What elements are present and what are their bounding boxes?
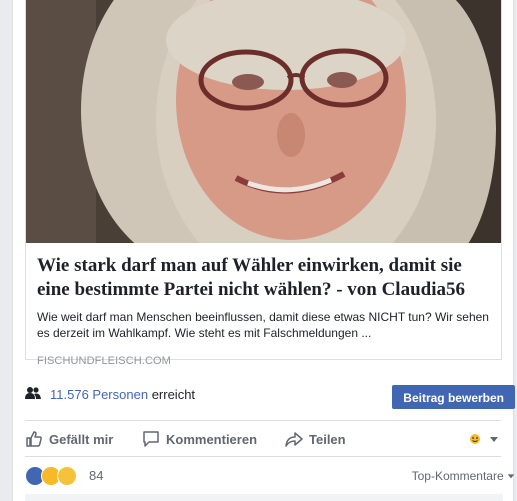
action-bar: Gefällt mir Kommentieren Teilen <box>25 421 503 455</box>
reach-row: 11.576 Personen erreicht Beitrag bewerbe… <box>25 378 515 409</box>
comment-sort-dropdown[interactable]: Top-Kommentare <box>412 469 515 483</box>
link-preview[interactable]: Wie stark darf man auf Wähler einwirken,… <box>25 0 502 367</box>
reaction-summary[interactable] <box>25 466 77 486</box>
audience-smiley-icon <box>470 434 480 444</box>
comment-area-edge <box>25 494 503 501</box>
preview-domain: FISCHUNDFLEISCH.COM <box>37 355 171 367</box>
preview-headline[interactable]: Wie stark darf man auf Wähler einwirken,… <box>37 250 492 302</box>
like-button[interactable]: Gefällt mir <box>25 429 113 449</box>
group-icon <box>25 387 41 399</box>
dropdown-caret-icon <box>490 437 498 442</box>
like-label: Gefällt mir <box>49 431 114 447</box>
comment-bubble-icon <box>143 431 159 447</box>
like-thumb-icon <box>26 431 42 447</box>
reactions-row: 84 Top-Kommentare <box>25 462 515 490</box>
share-label: Teilen <box>309 431 346 447</box>
reaction-count[interactable]: 84 <box>89 468 103 483</box>
boost-post-button[interactable]: Beitrag bewerben <box>392 385 515 409</box>
reach-count-link[interactable]: 11.576 Personen <box>50 387 148 402</box>
comment-label: Kommentieren <box>166 431 258 447</box>
preview-description: Wie weit darf man Menschen beeinflussen,… <box>37 310 489 340</box>
share-arrow-icon <box>285 432 303 447</box>
reach-suffix: erreicht <box>151 387 196 402</box>
share-button[interactable]: Teilen <box>285 429 346 449</box>
dropdown-caret-icon <box>507 474 515 479</box>
audience-selector[interactable] <box>467 429 505 449</box>
haha-reaction-icon <box>57 466 77 486</box>
preview-photo[interactable] <box>26 0 501 243</box>
post-card: Wie stark darf man auf Wähler einwirken,… <box>12 0 515 501</box>
comment-button[interactable]: Kommentieren <box>142 429 257 449</box>
divider <box>25 456 501 457</box>
comment-sort-label: Top-Kommentare <box>411 469 504 483</box>
